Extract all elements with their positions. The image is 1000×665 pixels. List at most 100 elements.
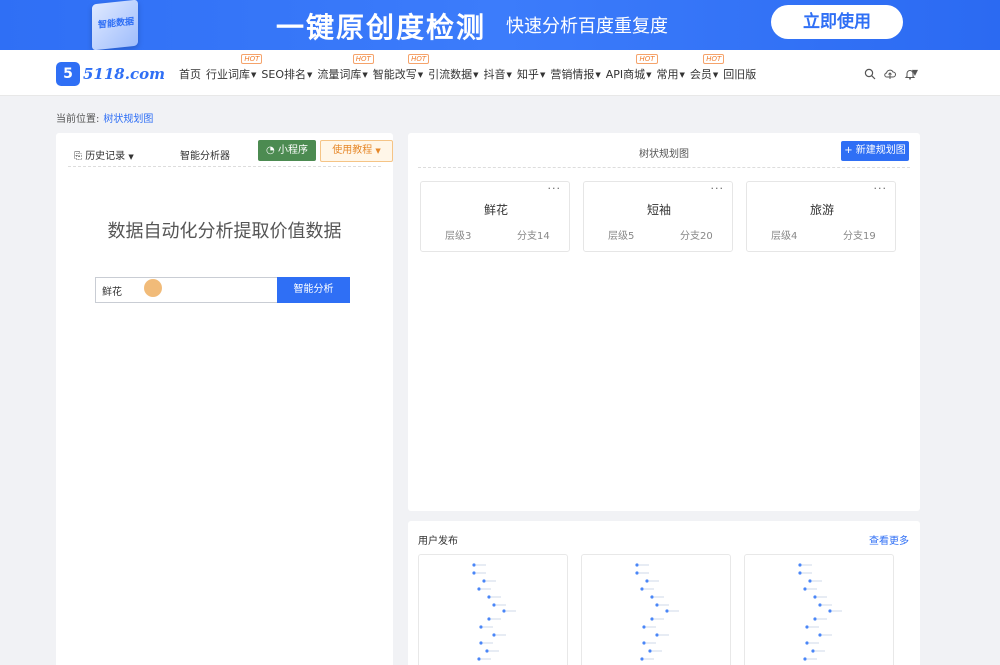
- nav-item[interactable]: 引流数据▼: [427, 66, 482, 82]
- nav-item-label: 流量词库: [317, 68, 362, 81]
- new-plan-button[interactable]: + 新建规划图: [841, 141, 909, 161]
- tree-node: [477, 587, 481, 591]
- tree-node: [479, 641, 483, 645]
- promo-banner[interactable]: 智能数据 一键原创度检测 快速分析百度重复度 立即使用: [0, 0, 1000, 50]
- account-dropdown-caret[interactable]: ▼: [912, 68, 918, 77]
- nav-item[interactable]: 营销情报▼: [549, 66, 604, 82]
- nav-item-label: 行业词库: [206, 68, 250, 81]
- data-cube-graphic: 智能数据: [92, 0, 138, 50]
- chevron-down-icon: ▼: [362, 71, 368, 79]
- plan-card-name: 旅游: [809, 203, 834, 217]
- main-menu: 首页 行业词库▼ HOT SEO排名▼ 流量词库▼ HOT 智能改写▼ HOT 引流数据▼ 抖音▼…: [178, 54, 760, 82]
- post-thumbnail[interactable]: [744, 554, 894, 665]
- tree-node: [482, 579, 486, 583]
- tree-node: [635, 563, 639, 567]
- mini-program-button[interactable]: ◔ 小程序: [258, 140, 316, 161]
- logo-text: 5118.com: [83, 65, 165, 83]
- user-posts-title: 用户发布: [418, 536, 458, 547]
- nav-item[interactable]: 知乎▼: [516, 66, 549, 82]
- tree-node: [655, 633, 659, 637]
- tree-node: [665, 609, 669, 613]
- nav-item[interactable]: 行业词库▼ HOT: [205, 54, 263, 82]
- nav-item-label: 营销情报: [550, 68, 595, 81]
- tree-node: [818, 633, 822, 637]
- logo-mark: 5: [56, 62, 80, 86]
- plan-card[interactable]: ··· 鲜花 层级3 分支14: [420, 181, 570, 252]
- analyzer-toolbar: ⎘ 历史记录 ▼ 智能分析器 ◔ 小程序 使用教程 ▼: [68, 139, 393, 167]
- nav-item[interactable]: API商城▼ HOT: [605, 54, 658, 82]
- nav-item[interactable]: 首页: [178, 66, 205, 82]
- nav-item[interactable]: 流量词库▼ HOT: [316, 54, 374, 82]
- plan-card[interactable]: ··· 旅游 层级4 分支19: [746, 181, 896, 252]
- tree-node: [803, 657, 807, 661]
- search-icon[interactable]: [864, 68, 876, 80]
- analyzer-headline: 数据自动化分析提取价值数据: [107, 221, 342, 242]
- tree-node: [492, 603, 496, 607]
- nav-item[interactable]: 常用▼: [656, 66, 689, 82]
- tree-node: [487, 595, 491, 599]
- tree-preview-image: [798, 563, 842, 661]
- cloud-upload-icon[interactable]: [884, 68, 896, 80]
- smart-analyzer-tab[interactable]: 智能分析器: [180, 147, 230, 162]
- chevron-down-icon: ▼: [417, 71, 424, 79]
- more-icon[interactable]: ···: [548, 182, 562, 195]
- history-icon: ⎘: [74, 151, 82, 162]
- nav-item-label: 回旧版: [723, 68, 757, 81]
- tree-node: [808, 579, 812, 583]
- nav-item-label: 会员: [689, 68, 712, 81]
- tree-node: [485, 649, 489, 653]
- chevron-down-icon: ▼: [712, 71, 719, 79]
- post-thumbnail[interactable]: [581, 554, 731, 665]
- tree-node: [648, 649, 652, 653]
- chevron-down-icon: ▼: [679, 71, 685, 79]
- plan-card-level: 层级3: [445, 231, 472, 242]
- post-thumbnail[interactable]: [418, 554, 568, 665]
- nav-item-label: API商城: [605, 68, 646, 81]
- hot-badge: HOT: [241, 54, 263, 64]
- plan-card[interactable]: ··· 短袖 层级5 分支20: [583, 181, 733, 252]
- nav-item[interactable]: 会员▼ HOT: [689, 54, 725, 82]
- tree-node: [655, 603, 659, 607]
- more-icon[interactable]: ···: [711, 182, 725, 195]
- top-nav: 5 5118.com 首页 行业词库▼ HOT SEO排名▼ 流量词库▼ HOT 智能改写▼…: [0, 50, 1000, 96]
- keyword-search: 智能分析: [95, 277, 350, 303]
- breadcrumb-current[interactable]: 树状规划图: [103, 114, 153, 125]
- nav-item-label: SEO排名: [261, 68, 306, 81]
- tree-node: [635, 571, 639, 575]
- nav-item[interactable]: SEO排名▼: [260, 66, 316, 82]
- analyzer-panel: ⎘ 历史记录 ▼ 智能分析器 ◔ 小程序 使用教程 ▼ 数据自动化分析提取价值数…: [56, 133, 393, 665]
- plan-card-level: 层级4: [771, 231, 798, 242]
- chevron-down-icon: ▼: [595, 71, 601, 79]
- use-now-button[interactable]: 立即使用: [771, 5, 903, 39]
- site-logo[interactable]: 5 5118.com: [56, 62, 165, 86]
- tree-node: [798, 563, 802, 567]
- tree-plan-panel: 树状规划图 + 新建规划图 ··· 鲜花 层级3 分支14 ··· 短袖 层级5…: [408, 133, 920, 511]
- tutorial-button[interactable]: 使用教程 ▼: [320, 140, 393, 162]
- smart-analyze-button[interactable]: 智能分析: [277, 277, 350, 303]
- tree-node: [650, 595, 654, 599]
- breadcrumb: 当前位置: 树状规划图: [56, 110, 153, 125]
- more-icon[interactable]: ···: [874, 182, 888, 195]
- hot-badge: HOT: [352, 54, 374, 64]
- hot-badge: HOT: [636, 54, 658, 64]
- nav-item[interactable]: 抖音▼: [483, 66, 516, 82]
- hot-badge: HOT: [703, 54, 725, 64]
- cube-text: 智能数据: [98, 17, 135, 31]
- tree-node: [813, 617, 817, 621]
- tree-node: [828, 609, 832, 613]
- tree-node: [642, 625, 646, 629]
- nav-item-label: 引流数据: [428, 68, 473, 81]
- view-more-link[interactable]: 查看更多: [869, 532, 909, 547]
- tree-node: [803, 587, 807, 591]
- keyword-input[interactable]: [95, 277, 278, 303]
- nav-item-label: 常用: [656, 68, 679, 81]
- tree-node: [642, 641, 646, 645]
- chevron-down-icon: ▼: [473, 71, 479, 79]
- nav-item[interactable]: 回旧版: [722, 66, 760, 82]
- nav-item-label: 知乎: [516, 68, 539, 81]
- plan-card-name: 短袖: [646, 203, 671, 217]
- history-tab[interactable]: ⎘ 历史记录 ▼: [74, 147, 134, 162]
- tree-node: [818, 603, 822, 607]
- chevron-down-icon: ▼: [128, 153, 134, 161]
- nav-item[interactable]: 智能改写▼ HOT: [372, 54, 430, 82]
